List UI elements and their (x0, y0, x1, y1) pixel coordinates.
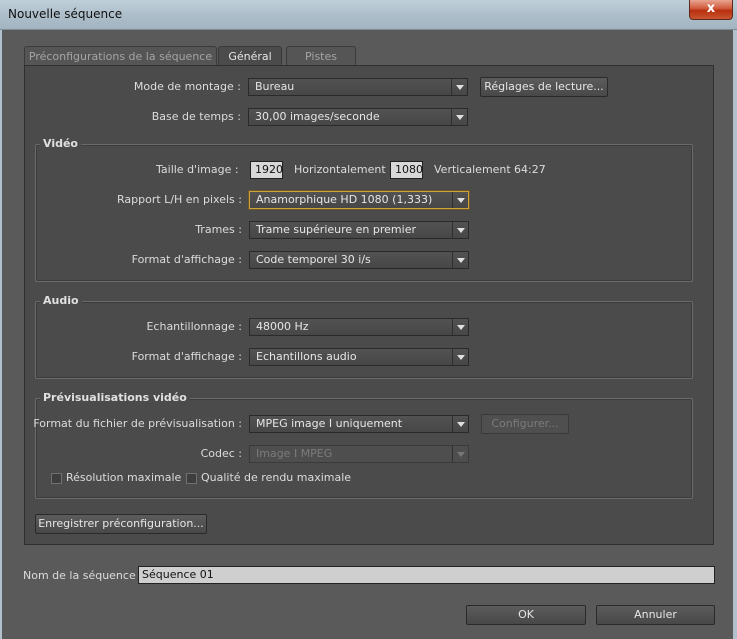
cancel-button[interactable]: Annuler (596, 605, 715, 625)
sequence-name-label: Nom de la séquence : (23, 569, 143, 582)
window-frame-left (0, 30, 2, 639)
tab-presets-label: Préconfigurations de la séquence (28, 50, 213, 63)
codec-value: Image I MPEG (256, 447, 333, 460)
pixel-aspect-dropdown[interactable]: Anamorphique HD 1080 (1,333) (249, 191, 469, 209)
chevron-down-icon (452, 349, 468, 365)
chevron-down-icon (452, 222, 468, 238)
tab-tracks-label: Pistes (305, 50, 337, 63)
horizontal-label: Horizontalement (294, 163, 386, 176)
editing-mode-dropdown[interactable]: Bureau (248, 78, 468, 96)
timebase-label: Base de temps : (151, 110, 241, 123)
sequence-name-input[interactable]: Séquence 01 (138, 566, 715, 584)
playback-settings-button[interactable]: Réglages de lecture... (480, 77, 608, 97)
preview-file-format-dropdown[interactable]: MPEG image I uniquement (249, 415, 469, 433)
codec-dropdown[interactable]: Image I MPEG (249, 445, 469, 463)
frame-size-label: Taille d'image : (156, 163, 239, 176)
audio-display-format-label: Format d'affichage : (131, 350, 242, 363)
chevron-down-icon (452, 252, 468, 268)
tab-general-label: Général (228, 50, 272, 63)
fields-label: Trames : (195, 223, 242, 236)
pixel-aspect-label: Rapport L/H en pixels : (117, 193, 242, 206)
video-group: Vidéo Taille d'image : 1920 Horizontalem… (35, 137, 693, 282)
configure-button[interactable]: Configurer... (481, 414, 569, 434)
video-display-format-dropdown[interactable]: Code temporel 30 i/s (249, 251, 469, 269)
close-icon: x (706, 1, 716, 16)
preview-file-format-label: Format du fichier de prévisualisation : (33, 417, 242, 430)
close-button[interactable]: x (689, 0, 733, 20)
window-frame-right (733, 30, 737, 639)
title-bar: Nouvelle séquence x (0, 0, 737, 30)
timebase-value: 30,00 images/seconde (255, 110, 380, 123)
audio-display-format-dropdown[interactable]: Echantillons audio (249, 348, 469, 366)
max-render-quality-checkbox[interactable] (186, 473, 197, 484)
frame-width-input[interactable]: 1920 (250, 161, 283, 179)
tab-general[interactable]: Général (218, 46, 282, 67)
save-preset-button[interactable]: Enregistrer préconfiguration... (35, 514, 207, 534)
timebase-dropdown[interactable]: 30,00 images/seconde (248, 108, 468, 126)
sample-rate-value: 48000 Hz (256, 320, 309, 333)
ok-button[interactable]: OK (466, 605, 586, 625)
video-previews-group: Prévisualisations vidéo Format du fichie… (33, 391, 693, 499)
fields-value: Trame supérieure en premier (256, 223, 416, 236)
max-resolution-checkbox[interactable] (51, 473, 62, 484)
tab-presets[interactable]: Préconfigurations de la séquence (24, 46, 217, 66)
chevron-down-icon (451, 79, 467, 95)
max-render-quality-label: Qualité de rendu maximale (201, 471, 352, 484)
vertical-label: Verticalement (434, 163, 511, 176)
audio-display-format-value: Echantillons audio (256, 350, 357, 363)
general-panel: Mode de montage : Bureau Réglages de lec… (24, 65, 714, 545)
editing-mode-label: Mode de montage : (133, 80, 241, 93)
window-title: Nouvelle séquence (8, 7, 123, 21)
frame-height-input[interactable]: 1080 (390, 161, 423, 179)
fields-dropdown[interactable]: Trame supérieure en premier (249, 221, 469, 239)
sample-rate-dropdown[interactable]: 48000 Hz (249, 318, 469, 336)
editing-mode-value: Bureau (255, 80, 295, 93)
chevron-down-icon (452, 416, 468, 432)
chevron-down-icon (451, 109, 467, 125)
audio-group: Audio Echantillonnage : 48000 Hz Format … (35, 294, 693, 379)
codec-label: Codec : (200, 447, 242, 460)
video-previews-group-title: Prévisualisations vidéo (40, 391, 190, 404)
preview-file-format-value: MPEG image I uniquement (256, 417, 403, 430)
video-display-format-label: Format d'affichage : (131, 253, 242, 266)
tab-tracks[interactable]: Pistes (286, 46, 356, 66)
video-group-title: Vidéo (40, 137, 81, 150)
sample-rate-label: Echantillonnage : (146, 320, 242, 333)
chevron-down-icon (452, 192, 468, 208)
chevron-down-icon (452, 446, 468, 462)
video-display-format-value: Code temporel 30 i/s (256, 253, 371, 266)
chevron-down-icon (452, 319, 468, 335)
pixel-aspect-value: Anamorphique HD 1080 (1,333) (256, 193, 433, 206)
audio-group-title: Audio (40, 294, 82, 307)
max-resolution-label: Résolution maximale (66, 471, 182, 484)
aspect-ratio-readout: 64:27 (514, 163, 546, 176)
